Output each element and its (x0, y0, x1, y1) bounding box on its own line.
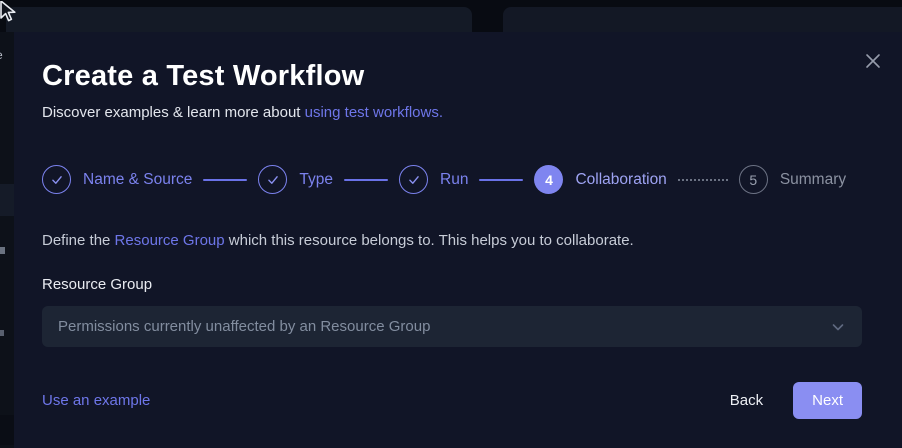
next-button[interactable]: Next (793, 382, 862, 419)
description-text: Define the (42, 232, 115, 249)
check-icon (50, 173, 64, 187)
resource-group-field-label: Resource Group (42, 276, 862, 293)
background-fragment-tick (0, 247, 5, 254)
background-fragment-tick (0, 330, 4, 336)
background-top-bar (0, 0, 902, 32)
check-icon (407, 173, 421, 187)
dialog-subtitle: Discover examples & learn more about usi… (42, 102, 862, 123)
close-icon (863, 51, 883, 71)
select-placeholder: Permissions currently unaffected by an R… (58, 318, 430, 335)
footer-actions: Back Next (730, 382, 862, 419)
step-label: Collaboration (575, 171, 666, 189)
stepper: Name & Source Type Run 4 Collaboration (42, 165, 862, 194)
stepper-step-name-source[interactable]: Name & Source (42, 165, 192, 194)
step-connector-dotted (678, 179, 728, 181)
background-fragment-block (0, 415, 14, 445)
stepper-step-collaboration[interactable]: 4 Collaboration (534, 165, 666, 194)
step-done-circle (399, 165, 428, 194)
step-done-circle (258, 165, 287, 194)
step-label: Type (299, 171, 333, 189)
create-test-workflow-dialog: Create a Test Workflow Discover examples… (14, 32, 902, 448)
background-panel-right (503, 7, 902, 32)
use-an-example-link[interactable]: Use an example (42, 392, 150, 409)
dialog-footer: Use an example Back Next (42, 382, 862, 419)
back-button[interactable]: Back (730, 392, 763, 409)
background-panel-left (6, 7, 472, 32)
step-label: Summary (780, 171, 846, 189)
description-text: which this resource belongs to. This hel… (225, 232, 634, 249)
step-upcoming-circle: 5 (739, 165, 768, 194)
dialog-title: Create a Test Workflow (42, 58, 862, 94)
check-icon (266, 173, 280, 187)
stepper-step-summary[interactable]: 5 Summary (739, 165, 846, 194)
step-connector (479, 179, 523, 181)
background-text-fragment: e (0, 48, 3, 62)
close-button[interactable] (860, 48, 886, 74)
stepper-step-run[interactable]: Run (399, 165, 468, 194)
mouse-cursor-icon (0, 1, 19, 27)
stepper-step-type[interactable]: Type (258, 165, 333, 194)
step-description: Define the Resource Group which this res… (42, 230, 862, 251)
step-connector (203, 179, 247, 181)
background-fragment-block (0, 184, 14, 216)
resource-group-link[interactable]: Resource Group (115, 232, 225, 249)
chevron-down-icon (830, 319, 846, 335)
background-page-sliver: e (0, 32, 14, 448)
resource-group-select[interactable]: Permissions currently unaffected by an R… (42, 306, 862, 347)
using-test-workflows-link[interactable]: using test workflows. (305, 104, 443, 121)
step-active-circle: 4 (534, 165, 563, 194)
subtitle-text: Discover examples & learn more about (42, 104, 305, 121)
step-label: Run (440, 171, 468, 189)
step-connector (344, 179, 388, 181)
step-label: Name & Source (83, 171, 192, 189)
step-done-circle (42, 165, 71, 194)
